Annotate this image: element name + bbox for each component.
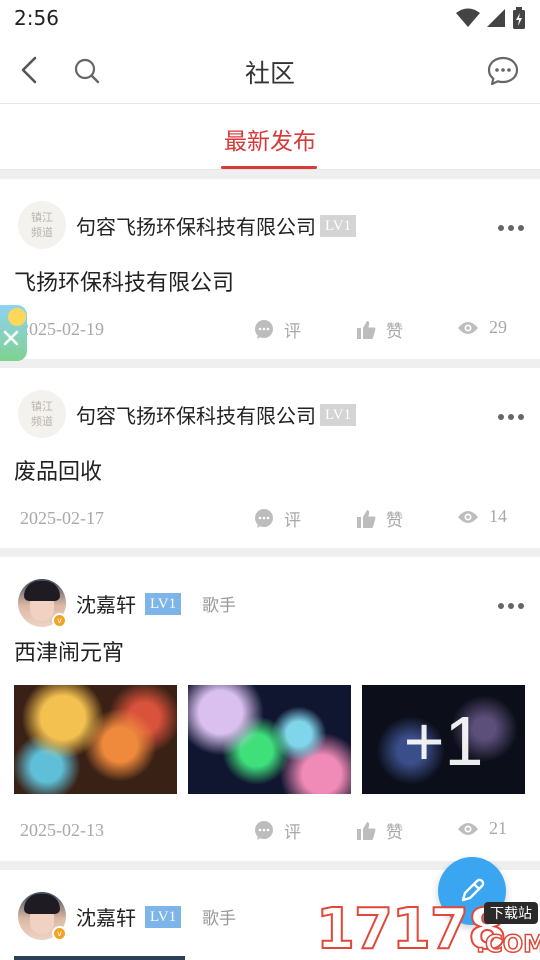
- views-number: 14: [489, 506, 507, 526]
- post-image[interactable]: [14, 685, 177, 794]
- side-floating-widget[interactable]: [0, 305, 27, 361]
- post-date: 2025-02-19: [20, 319, 104, 339]
- like-label: 赞: [386, 322, 403, 342]
- page-title: 社区: [244, 59, 295, 88]
- feed-divider: [0, 548, 540, 557]
- level-badge: LV1: [320, 404, 357, 426]
- tab-bar: 最新发布: [0, 104, 540, 170]
- comment-button[interactable]: 评: [254, 818, 301, 843]
- comment-icon: [255, 508, 273, 528]
- post-image-grid: +1: [0, 685, 540, 812]
- post-date: 2025-02-17: [20, 508, 104, 528]
- comment-button[interactable]: 评: [254, 317, 301, 342]
- eye-icon: [458, 822, 478, 835]
- wifi-icon: [456, 8, 480, 27]
- like-button[interactable]: 赞: [356, 317, 403, 342]
- eye-icon: [458, 510, 478, 523]
- avatar-logo-text-line2: 频道: [31, 415, 53, 428]
- eye-icon: [458, 321, 478, 334]
- views-count: 29: [457, 317, 507, 338]
- post-header: 镇江 频道 句容飞扬环保科技有限公司 LV1: [0, 368, 540, 458]
- avatar-logo-text-line1: 镇江: [31, 211, 53, 224]
- comment-button[interactable]: 评: [254, 506, 301, 531]
- like-label: 赞: [386, 511, 403, 531]
- author-name[interactable]: 沈嘉轩: [76, 589, 136, 618]
- post-footer: 2025-02-17 评 赞 14: [0, 500, 540, 548]
- post-title[interactable]: 西津闹元宵: [0, 639, 540, 685]
- post-card[interactable]: 镇江 频道 句容飞扬环保科技有限公司 LV1 废品回收 2025-02-17 评…: [0, 368, 540, 548]
- feed-divider: [0, 359, 540, 368]
- thumbs-up-icon: [357, 320, 376, 339]
- top-nav-bar: 社区: [0, 36, 540, 104]
- comment-label: 评: [284, 511, 301, 531]
- site-watermark: 17178 .COM 下载站: [315, 899, 540, 960]
- thumbs-up-icon: [357, 821, 376, 840]
- tab-latest[interactable]: 最新发布: [0, 122, 540, 156]
- like-label: 赞: [386, 823, 403, 843]
- comment-icon: [255, 820, 273, 840]
- views-number: 29: [489, 317, 507, 337]
- views-count: 21: [457, 818, 507, 839]
- post-image[interactable]: [188, 685, 351, 794]
- views-number: 21: [489, 818, 507, 838]
- like-button[interactable]: 赞: [356, 818, 403, 843]
- post-image-partial[interactable]: [14, 956, 185, 960]
- more-options-icon[interactable]: [498, 603, 524, 609]
- close-x-icon[interactable]: [2, 329, 20, 347]
- status-icons: [456, 7, 526, 29]
- author-name[interactable]: 句容飞扬环保科技有限公司: [76, 211, 316, 240]
- battery-charging-icon: [513, 7, 525, 29]
- avatar-logo-text-line2: 频道: [31, 226, 53, 239]
- watermark-tag: 下载站: [484, 902, 538, 924]
- level-badge: LV1: [145, 593, 182, 615]
- cellular-signal-icon: [487, 9, 505, 27]
- watermark-domain: .COM: [475, 929, 540, 959]
- level-badge: LV1: [145, 906, 182, 928]
- avatar[interactable]: 镇江 频道: [18, 390, 66, 438]
- status-time: 2:56: [14, 6, 59, 30]
- author-name[interactable]: 句容飞扬环保科技有限公司: [76, 400, 316, 429]
- views-count: 14: [457, 506, 507, 527]
- avatar-logo-text-line1: 镇江: [31, 400, 53, 413]
- post-footer: 2025-02-19 评 赞 29: [0, 311, 540, 359]
- tab-active-indicator: [221, 166, 317, 169]
- post-header: v 沈嘉轩 LV1 歌手: [0, 557, 540, 639]
- post-header: 镇江 频道 句容飞扬环保科技有限公司 LV1: [0, 179, 540, 269]
- verified-badge: v: [52, 613, 67, 628]
- post-card[interactable]: 镇江 频道 句容飞扬环保科技有限公司 LV1 飞扬环保科技有限公司 2025-0…: [0, 179, 540, 359]
- post-image[interactable]: +1: [362, 685, 525, 794]
- author-name[interactable]: 沈嘉轩: [76, 902, 136, 931]
- level-badge: LV1: [320, 215, 357, 237]
- post-footer: 2025-02-13 评 赞 21: [0, 812, 540, 860]
- more-images-count: +1: [403, 702, 484, 780]
- status-bar: 2:56: [0, 0, 540, 36]
- comment-label: 评: [284, 322, 301, 342]
- comment-icon: [255, 319, 273, 339]
- more-options-icon[interactable]: [498, 225, 524, 231]
- avatar[interactable]: 镇江 频道: [18, 201, 66, 249]
- more-options-icon[interactable]: [498, 414, 524, 420]
- post-date: 2025-02-13: [20, 820, 104, 840]
- like-button[interactable]: 赞: [356, 506, 403, 531]
- comment-label: 评: [284, 823, 301, 843]
- message-bubble-icon[interactable]: [486, 54, 520, 88]
- verified-badge: v: [52, 926, 67, 941]
- feed-divider: [0, 170, 540, 179]
- author-role: 歌手: [202, 596, 236, 616]
- post-title[interactable]: 飞扬环保科技有限公司: [0, 269, 540, 311]
- post-title[interactable]: 废品回收: [0, 458, 540, 500]
- author-role: 歌手: [202, 909, 236, 929]
- thumbs-up-icon: [357, 509, 376, 528]
- post-card[interactable]: v 沈嘉轩 LV1 歌手 西津闹元宵 +1 2025-02-13 评 赞 21: [0, 557, 540, 861]
- post-feed: 镇江 频道 句容飞扬环保科技有限公司 LV1 飞扬环保科技有限公司 2025-0…: [0, 170, 540, 960]
